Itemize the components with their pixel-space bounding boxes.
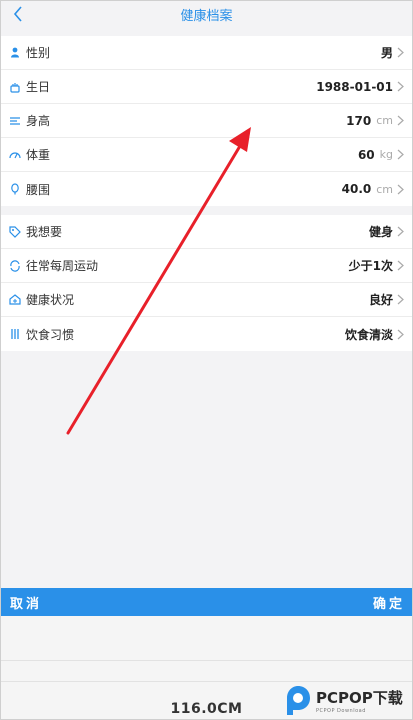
- picker-divider: [0, 660, 413, 661]
- row-value: 40.0: [341, 182, 372, 196]
- row-value: 60: [357, 147, 375, 162]
- health-icon: [8, 293, 22, 307]
- confirm-button[interactable]: 确定: [373, 593, 405, 612]
- row-value: 170: [346, 113, 372, 128]
- chevron-right-icon: [397, 81, 407, 93]
- row-unit: kg: [379, 148, 393, 161]
- chevron-right-icon: [397, 115, 407, 127]
- row-value: 健身: [368, 225, 393, 239]
- watermark-brand: PCPOP下载: [316, 688, 403, 707]
- cancel-button[interactable]: 取消: [10, 593, 42, 612]
- row-label: 性别: [26, 46, 51, 60]
- row-value: 饮食清淡: [344, 327, 393, 342]
- waist-icon: [8, 182, 22, 196]
- row-value: 男: [380, 46, 393, 60]
- tag-icon: [8, 225, 22, 239]
- row-label: 体重: [26, 148, 51, 162]
- picker-toolbar: 取消 确定: [0, 588, 413, 616]
- row-weekly-exercise[interactable]: 往常每周运动 少于1次: [0, 249, 413, 283]
- watermark-sub: PCPOP Download: [316, 707, 366, 714]
- cycle-icon: [8, 259, 22, 273]
- row-health-status[interactable]: 健康状况 良好: [0, 283, 413, 317]
- row-label: 我想要: [26, 225, 63, 239]
- chevron-right-icon: [397, 183, 407, 195]
- row-label: 饮食习惯: [26, 327, 75, 342]
- row-height[interactable]: 身高 170 cm: [0, 104, 413, 138]
- back-button[interactable]: [6, 2, 30, 26]
- row-value: 良好: [368, 293, 393, 307]
- watermark-logo: PCPOP下载 PCPOP Download: [284, 681, 412, 719]
- utensils-icon: [8, 327, 22, 341]
- row-birthday[interactable]: 生日 1988-01-01: [0, 70, 413, 104]
- preferences-group: 我想要 健身 往常每周运动 少于1次 健康状况 良好 饮食习惯 饮食清淡: [0, 215, 413, 351]
- row-label: 腰围: [26, 182, 51, 197]
- row-diet-habit[interactable]: 饮食习惯 饮食清淡: [0, 317, 413, 351]
- page-title: 健康档案: [180, 8, 233, 24]
- person-icon: [8, 46, 22, 60]
- row-value: 少于1次: [348, 259, 393, 273]
- row-unit: cm: [376, 182, 393, 196]
- nav-header: 健康档案: [0, 0, 413, 28]
- chevron-right-icon: [397, 328, 407, 340]
- row-goal[interactable]: 我想要 健身: [0, 215, 413, 249]
- chevron-right-icon: [397, 260, 407, 272]
- cake-icon: [8, 80, 22, 94]
- chevron-right-icon: [397, 47, 407, 59]
- row-label: 身高: [26, 114, 51, 128]
- row-unit: cm: [376, 114, 393, 127]
- chevron-right-icon: [397, 294, 407, 306]
- row-label: 健康状况: [26, 293, 75, 307]
- chevron-right-icon: [397, 149, 407, 161]
- row-gender[interactable]: 性别 男: [0, 36, 413, 70]
- chevron-right-icon: [397, 226, 407, 238]
- height-icon: [8, 114, 22, 128]
- pcpop-logo-icon: [287, 686, 310, 715]
- row-waist[interactable]: 腰围 40.0 cm: [0, 172, 413, 206]
- scale-icon: [8, 148, 22, 162]
- row-label: 生日: [26, 80, 51, 94]
- row-value: 1988-01-01: [316, 79, 393, 94]
- row-label: 往常每周运动: [26, 259, 99, 273]
- chevron-left-icon: [13, 6, 22, 22]
- profile-group: 性别 男 生日 1988-01-01 身高 170 cm 体重 60 kg 腰围…: [0, 36, 413, 206]
- row-weight[interactable]: 体重 60 kg: [0, 138, 413, 172]
